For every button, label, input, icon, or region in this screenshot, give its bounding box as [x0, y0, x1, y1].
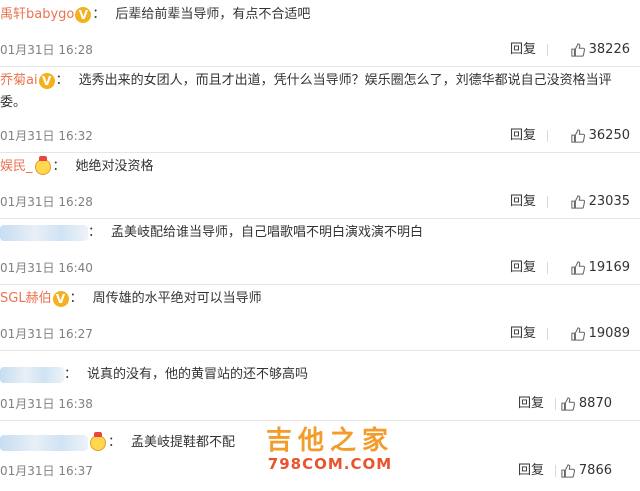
reply-button[interactable]: 回复 [518, 394, 544, 414]
reply-button[interactable]: 回复 [510, 258, 536, 278]
reply-button[interactable]: 回复 [510, 192, 536, 212]
colon: ： [55, 73, 69, 88]
thumbs-up-icon [570, 129, 585, 143]
divider [547, 130, 548, 142]
colon: ： [92, 7, 106, 22]
comment-item: ： 说真的没有，他的黄冒站的还不够高吗 01月31日 16:38 回复 8870 [0, 350, 640, 421]
comment-meta: 01月31日 16:28 回复 38226 [0, 40, 632, 60]
comment-body: 乔菊ai V：选秀出来的女团人，而且才出道，凭什么当导师？娱乐圈怎么了，刘德华都说… [0, 70, 612, 114]
comment-body: 娱民_ ： 她绝对没资格 [0, 155, 632, 178]
like-count: 36250 [588, 128, 630, 143]
thumbs-up-icon [570, 261, 585, 275]
verified-badge-icon: V [38, 72, 55, 89]
comment-text: 周传雄的水平绝对可以当导师 [92, 291, 262, 306]
comment-body: ： 孟美岐配给谁当导师，自己唱歌唱不明白演戏演不明白 [0, 222, 632, 244]
comment-meta: 01月31日 16:37 回复 7866 [0, 461, 632, 481]
colon: ： [108, 435, 122, 450]
like-count: 19089 [588, 326, 630, 341]
username-link[interactable]: 禹轩babygo [0, 7, 74, 22]
comment-time: 01月31日 16:27 [0, 327, 93, 341]
username-link[interactable]: SGL赫伯 [0, 291, 52, 306]
comment-item: ： 孟美岐提鞋都不配 01月31日 16:37 回复 7866 [0, 420, 640, 491]
colon: ： [52, 159, 66, 174]
comment-time: 01月31日 16:37 [0, 464, 93, 478]
blurred-username [0, 224, 88, 241]
divider [547, 44, 548, 56]
reply-button[interactable]: 回复 [510, 324, 536, 344]
comment-time: 01月31日 16:40 [0, 261, 93, 275]
blurred-username [0, 366, 64, 383]
like-button[interactable]: 38226 [570, 40, 630, 60]
comment-meta: 01月31日 16:32 回复 36250 [0, 126, 632, 146]
like-button[interactable]: 7866 [561, 461, 612, 481]
comment-item: SGL赫伯 V： 周传雄的水平绝对可以当导师 01月31日 16:27 回复 190… [0, 284, 640, 351]
like-button[interactable]: 36250 [570, 126, 630, 146]
comment-item: 娱民_ ： 她绝对没资格 01月31日 16:28 回复 23035 [0, 152, 640, 219]
comment-time: 01月31日 16:28 [0, 195, 93, 209]
comment-body: 禹轩babygo V： 后辈给前辈当导师，有点不合适吧 [0, 4, 632, 26]
like-button[interactable]: 19089 [570, 324, 630, 344]
comment-time: 01月31日 16:28 [0, 43, 93, 57]
divider [555, 465, 556, 477]
like-button[interactable]: 8870 [561, 394, 612, 414]
reply-button[interactable]: 回复 [518, 461, 544, 481]
crown-badge-icon [90, 431, 106, 451]
like-count: 38226 [588, 42, 630, 57]
divider [547, 328, 548, 340]
comment-meta: 01月31日 16:40 回复 19169 [0, 258, 632, 278]
comment-text: 选秀出来的女团人，而且才出道，凭什么当导师？娱乐圈怎么了，刘德华都说自己没资格当… [0, 73, 612, 110]
comment-text: 孟美岐提鞋都不配 [131, 435, 236, 450]
reply-button[interactable]: 回复 [510, 126, 536, 146]
thumbs-up-icon [561, 397, 575, 411]
comment-meta: 01月31日 16:38 回复 8870 [0, 394, 632, 414]
blurred-username [0, 434, 88, 451]
colon: ： [88, 225, 102, 240]
reply-button[interactable]: 回复 [510, 40, 536, 60]
comment-item: 乔菊ai V：选秀出来的女团人，而且才出道，凭什么当导师？娱乐圈怎么了，刘德华都说… [0, 66, 640, 153]
verified-badge-icon: V [52, 290, 69, 307]
thumbs-up-icon [561, 464, 575, 478]
comment-text: 后辈给前辈当导师，有点不合适吧 [115, 7, 311, 22]
comment-meta: 01月31日 16:27 回复 19089 [0, 324, 632, 344]
verified-badge-icon: V [75, 6, 92, 23]
colon: ： [64, 367, 78, 382]
like-count: 7866 [578, 463, 612, 478]
comment-item: ： 孟美岐配给谁当导师，自己唱歌唱不明白演戏演不明白 01月31日 16:40 回… [0, 218, 640, 285]
divider [547, 262, 548, 274]
like-count: 8870 [578, 396, 612, 411]
comment-text: 孟美岐配给谁当导师，自己唱歌唱不明白演戏演不明白 [111, 225, 424, 240]
comment-text: 说真的没有，他的黄冒站的还不够高吗 [87, 367, 309, 382]
comment-body: ： 孟美岐提鞋都不配 [0, 431, 632, 454]
comment-time: 01月31日 16:32 [0, 129, 93, 143]
username-link[interactable]: 娱民_ [0, 159, 33, 174]
divider [547, 196, 548, 208]
comment-body: SGL赫伯 V： 周传雄的水平绝对可以当导师 [0, 288, 632, 310]
comment-text: 她绝对没资格 [75, 159, 154, 174]
crown-badge-icon [34, 155, 51, 175]
comment-body: ： 说真的没有，他的黄冒站的还不够高吗 [0, 364, 632, 386]
like-button[interactable]: 19169 [570, 258, 630, 278]
like-button[interactable]: 23035 [570, 192, 630, 212]
like-count: 23035 [588, 194, 630, 209]
comment-meta: 01月31日 16:28 回复 23035 [0, 192, 632, 212]
like-count: 19169 [588, 260, 630, 275]
username-link[interactable]: 乔菊ai [0, 73, 38, 88]
thumbs-up-icon [570, 195, 585, 209]
thumbs-up-icon [570, 43, 585, 57]
divider [555, 398, 556, 410]
comment-time: 01月31日 16:38 [0, 397, 93, 411]
colon: ： [69, 291, 83, 306]
thumbs-up-icon [570, 327, 585, 341]
comment-item: 禹轩babygo V： 后辈给前辈当导师，有点不合适吧 01月31日 16:28 回… [0, 0, 640, 67]
